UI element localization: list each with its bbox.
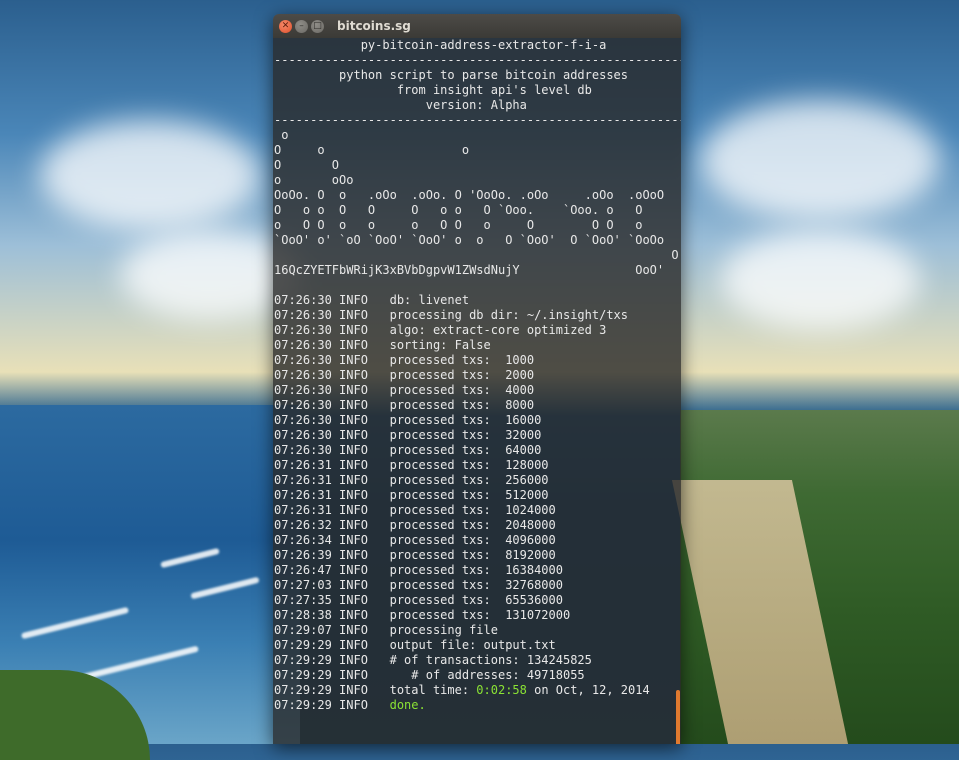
terminal-line: OoOo. O o .oOo .oOo. O 'OoOo. .oOo .oOo … xyxy=(274,188,665,202)
terminal-line: 07:26:30 INFO processed txs: 32000 xyxy=(274,428,542,442)
terminal-line: ----------------------------------------… xyxy=(274,113,681,127)
close-icon[interactable]: ✕ xyxy=(279,19,292,33)
terminal-line: O o o xyxy=(274,143,470,157)
terminal-line: 07:26:30 INFO processed txs: 8000 xyxy=(274,398,535,412)
terminal-scrollbar[interactable] xyxy=(676,690,680,744)
window-title: bitcoins.sg xyxy=(337,19,411,33)
terminal-line: ----------------------------------------… xyxy=(274,53,681,67)
terminal-line: 07:29:07 INFO processing file xyxy=(274,623,498,637)
wallpaper-cloud xyxy=(700,100,940,220)
terminal-line: 07:26:30 INFO processed txs: 1000 xyxy=(274,353,535,367)
done-status: done. xyxy=(389,698,426,712)
terminal-line: 07:26:30 INFO processed txs: 64000 xyxy=(274,443,542,457)
minimize-icon[interactable]: – xyxy=(295,19,308,33)
terminal-line: 07:26:31 INFO processed txs: 512000 xyxy=(274,488,549,502)
terminal-line: 07:26:31 INFO processed txs: 256000 xyxy=(274,473,549,487)
terminal-line: 07:26:30 INFO processed txs: 2000 xyxy=(274,368,535,382)
window-titlebar[interactable]: ✕ – □ bitcoins.sg xyxy=(273,14,681,38)
terminal-line: py-bitcoin-address-extractor-f-i-a xyxy=(274,38,607,52)
terminal-line: 07:26:30 INFO db: livenet xyxy=(274,293,470,307)
terminal-window[interactable]: ✕ – □ bitcoins.sg py-bitcoin-address-ext… xyxy=(273,14,681,744)
terminal-line: o O O o o o O O o O O O o xyxy=(274,218,643,232)
terminal-line: version: Alpha xyxy=(274,98,527,112)
terminal-line: 07:26:31 INFO processed txs: 1024000 xyxy=(274,503,556,517)
terminal-line: O xyxy=(274,248,679,262)
terminal-line: 07:27:03 INFO processed txs: 32768000 xyxy=(274,578,563,592)
terminal-line: 07:26:31 INFO processed txs: 128000 xyxy=(274,458,549,472)
terminal-output[interactable]: py-bitcoin-address-extractor-f-i-a ------… xyxy=(273,38,681,744)
terminal-line: 16QcZYETFbWRijK3xBVbDgpvW1ZWsdNujY OoO' xyxy=(274,263,665,277)
terminal-line-done: 07:29:29 INFO done. xyxy=(274,698,426,712)
terminal-line: 07:26:30 INFO processed txs: 4000 xyxy=(274,383,535,397)
terminal-line: O o o O O O o o O `Ooo. `Ooo. o O xyxy=(274,203,643,217)
terminal-line: 07:29:29 INFO # of addresses: 49718055 xyxy=(274,668,585,682)
terminal-line: python script to parse bitcoin addresses xyxy=(274,68,629,82)
terminal-line: 07:26:39 INFO processed txs: 8192000 xyxy=(274,548,556,562)
wallpaper-cloud xyxy=(720,230,920,330)
terminal-line: o oOo xyxy=(274,173,354,187)
terminal-line: `OoO' o' `oO `OoO' `OoO' o o O `OoO' O `… xyxy=(274,233,665,247)
terminal-line: 07:26:30 INFO processing db dir: ~/.insi… xyxy=(274,308,629,322)
total-time-value: 0:02:58 xyxy=(476,683,527,697)
terminal-line: o xyxy=(274,128,289,142)
wallpaper-cloud xyxy=(40,120,260,230)
terminal-line: 07:28:38 INFO processed txs: 131072000 xyxy=(274,608,571,622)
terminal-line: 07:29:29 INFO output file: output.txt xyxy=(274,638,556,652)
terminal-line: 07:26:34 INFO processed txs: 4096000 xyxy=(274,533,556,547)
terminal-line: 07:29:29 INFO # of transactions: 1342458… xyxy=(274,653,592,667)
terminal-line: from insight api's level db xyxy=(274,83,592,97)
terminal-line: 07:26:30 INFO sorting: False xyxy=(274,338,491,352)
maximize-icon[interactable]: □ xyxy=(311,19,324,33)
terminal-line-total-time: 07:29:29 INFO total time: 0:02:58 on Oct… xyxy=(274,683,650,697)
terminal-line: 07:26:47 INFO processed txs: 16384000 xyxy=(274,563,563,577)
terminal-line: 07:26:30 INFO algo: extract-core optimiz… xyxy=(274,323,607,337)
terminal-line: 07:27:35 INFO processed txs: 65536000 xyxy=(274,593,563,607)
terminal-lines: py-bitcoin-address-extractor-f-i-a ------… xyxy=(274,38,681,683)
terminal-line: 07:26:32 INFO processed txs: 2048000 xyxy=(274,518,556,532)
terminal-line: 07:26:30 INFO processed txs: 16000 xyxy=(274,413,542,427)
terminal-line: O O xyxy=(274,158,340,172)
